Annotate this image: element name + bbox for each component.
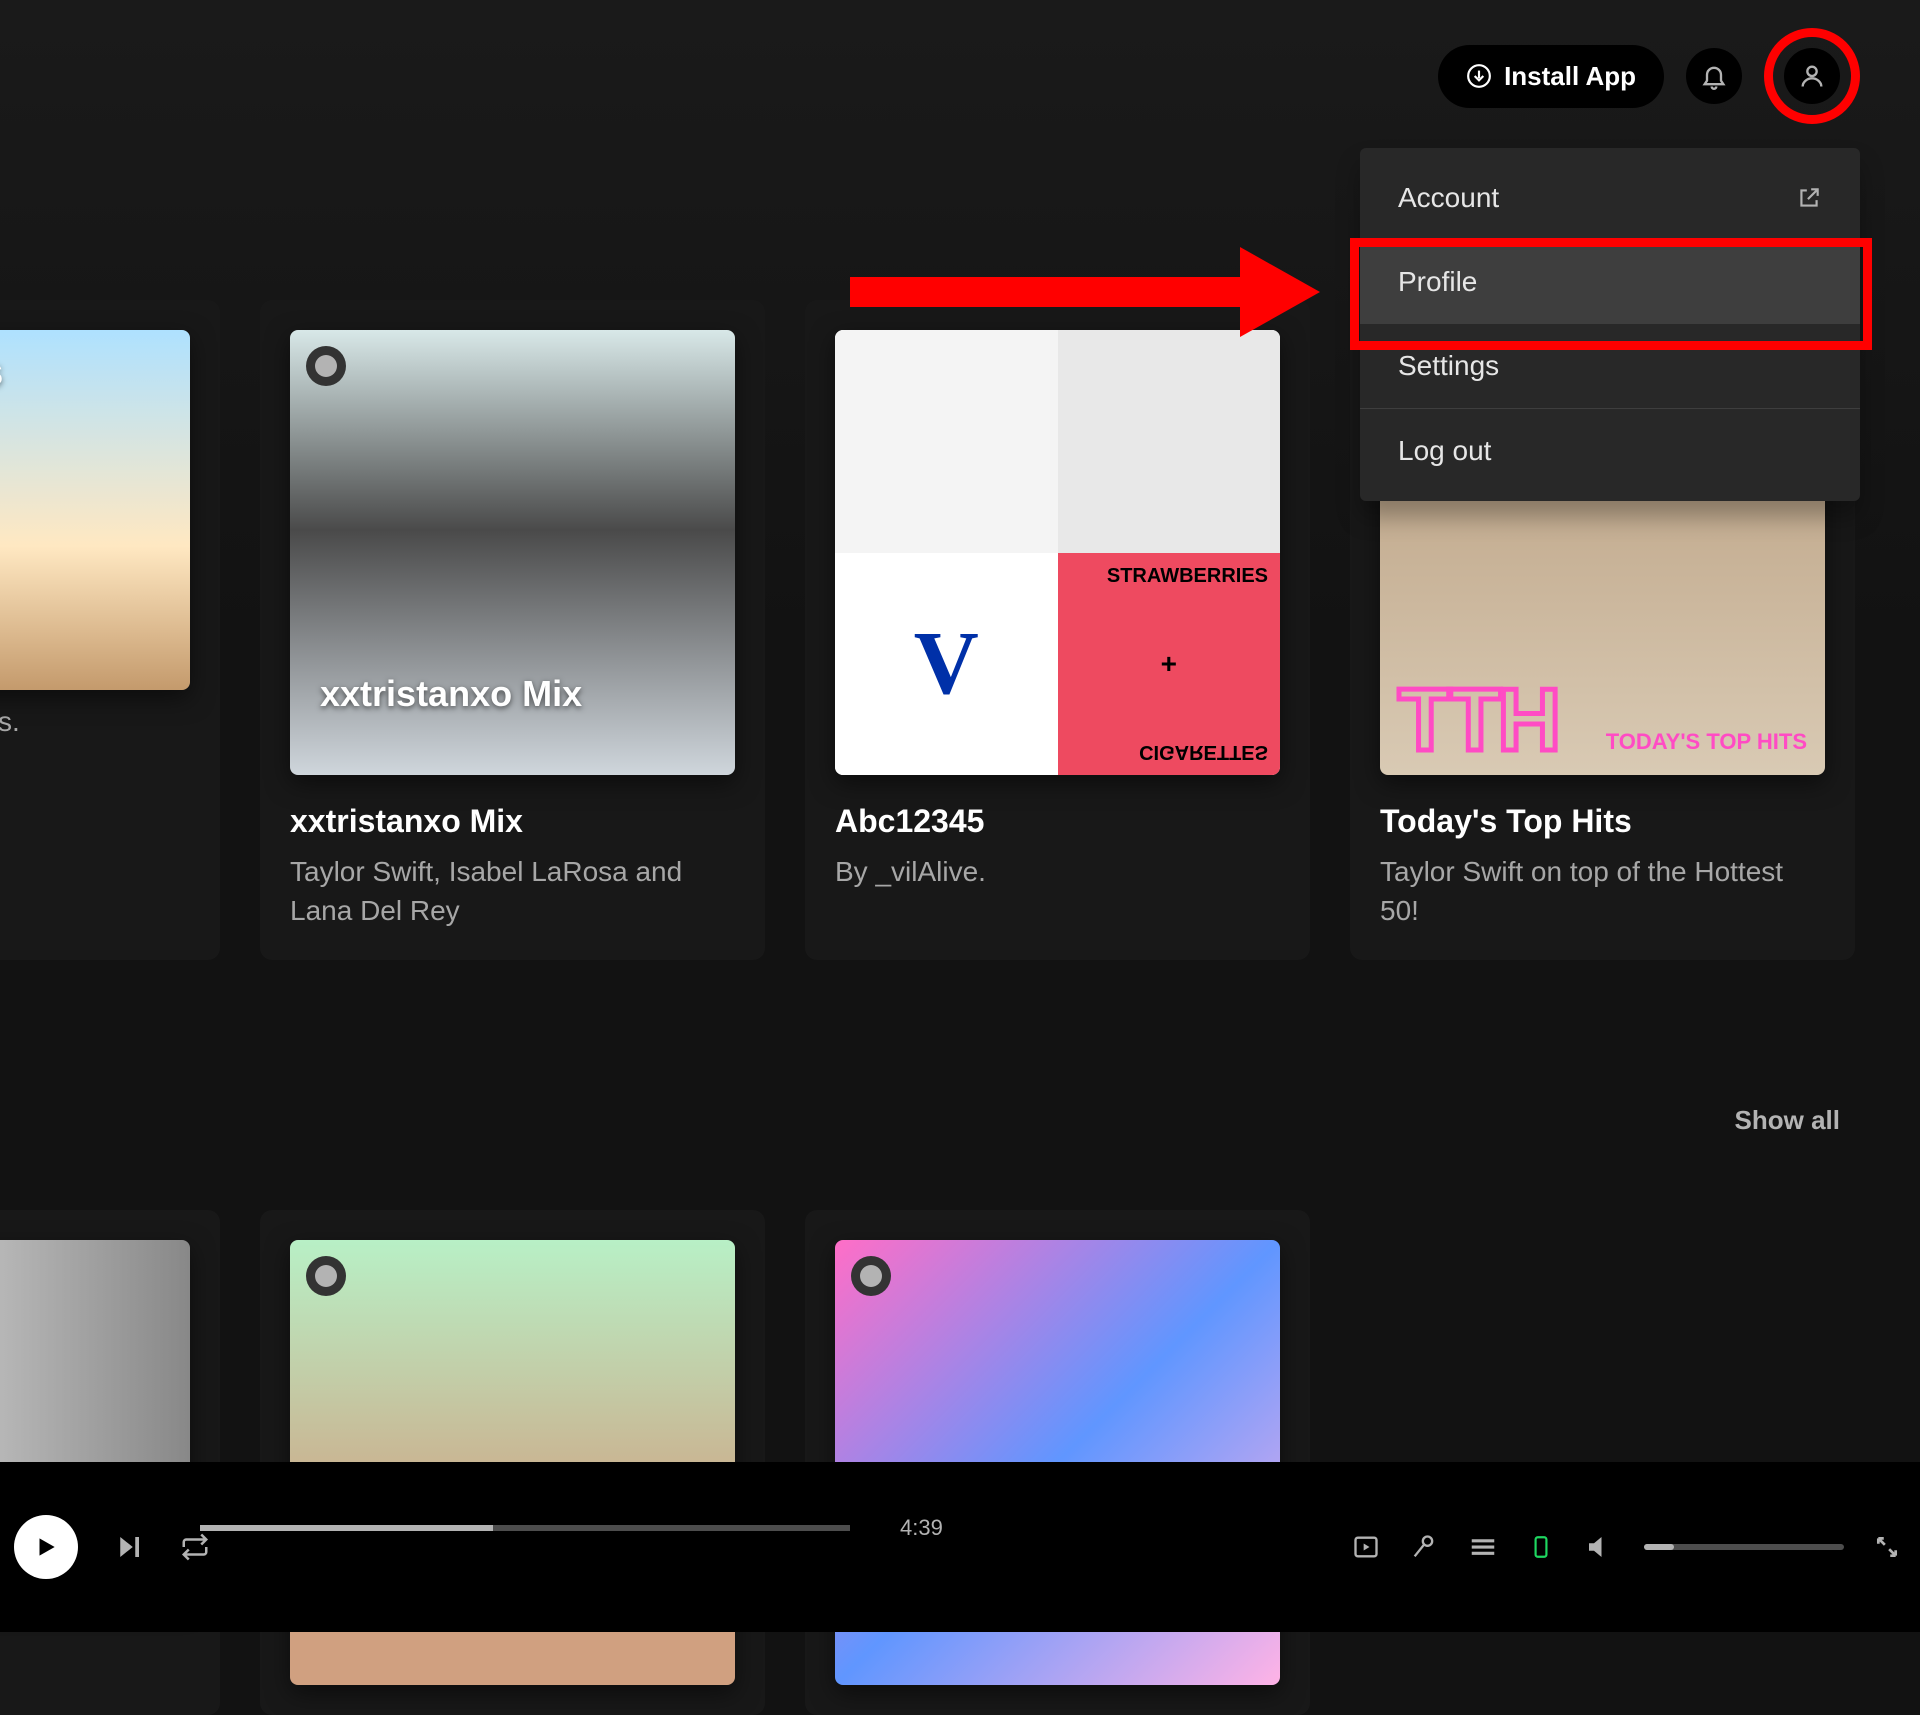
play-icon <box>33 1534 59 1560</box>
menu-item-label: Log out <box>1398 435 1491 467</box>
queue-icon <box>1468 1532 1498 1562</box>
bell-icon <box>1700 62 1728 90</box>
thumb-overlay-text: xxtristanxo Mix <box>320 673 582 715</box>
thumb-overlay-text: Chill Hits <box>0 350 3 395</box>
person-icon <box>1798 62 1826 90</box>
lyrics-button[interactable] <box>1410 1533 1438 1561</box>
notifications-button[interactable] <box>1686 48 1742 104</box>
queue-button[interactable] <box>1468 1532 1498 1562</box>
playlist-title: Abc12345 <box>835 803 1280 840</box>
spotify-badge-icon <box>851 1256 891 1296</box>
install-app-label: Install App <box>1504 61 1636 92</box>
menu-item-settings[interactable]: Settings <box>1360 324 1860 408</box>
repeat-button[interactable] <box>180 1532 210 1562</box>
menu-item-label: Profile <box>1398 266 1477 298</box>
download-circle-icon <box>1466 63 1492 89</box>
menu-item-account[interactable]: Account <box>1360 156 1860 240</box>
spotify-badge-icon <box>306 346 346 386</box>
menu-item-profile[interactable]: Profile <box>1360 240 1860 324</box>
playlist-card[interactable]: Chill Hits …est new …ts. <box>0 300 220 960</box>
microphone-icon <box>1410 1533 1438 1561</box>
playlist-thumbnail: Chill Hits <box>0 330 190 690</box>
profile-button[interactable] <box>1784 48 1840 104</box>
elapsed-time: 4:39 <box>900 1515 943 1541</box>
playlist-subtitle: By _vilAlive. <box>835 852 1280 891</box>
menu-item-label: Account <box>1398 182 1499 214</box>
playlist-thumbnail: xxtristanxo Mix <box>290 330 735 775</box>
thumb-tagline: TODAY'S TOP HITS <box>1606 730 1807 753</box>
play-button[interactable] <box>14 1515 78 1579</box>
menu-item-logout[interactable]: Log out <box>1360 409 1860 493</box>
playlist-title: xxtristanxo Mix <box>290 803 735 840</box>
playlist-subtitle: …est new …ts. <box>0 702 190 741</box>
playlist-card[interactable]: xxtristanxo Mix xxtristanxo Mix Taylor S… <box>260 300 765 960</box>
video-icon <box>1352 1533 1380 1561</box>
playlist-thumbnail: V STRAWBERRIES + CIGARETTES <box>835 330 1280 775</box>
fullscreen-icon <box>1874 1534 1900 1560</box>
external-link-icon <box>1796 185 1822 211</box>
next-track-button[interactable] <box>114 1532 144 1562</box>
playlist-card[interactable]: V STRAWBERRIES + CIGARETTES Abc12345 By … <box>805 300 1310 960</box>
progress-bar[interactable] <box>200 1525 850 1531</box>
volume-slider[interactable] <box>1644 1544 1844 1550</box>
mute-button[interactable] <box>1584 1532 1614 1562</box>
player-bar: 4:39 <box>0 1462 1920 1632</box>
menu-item-label: Settings <box>1398 350 1499 382</box>
show-all-link[interactable]: Show all <box>1735 1105 1840 1136</box>
next-icon <box>114 1532 144 1562</box>
playlist-subtitle: Taylor Swift on top of the Hottest 50! <box>1380 852 1825 930</box>
volume-icon <box>1584 1532 1614 1562</box>
playlist-title: Today's Top Hits <box>1380 803 1825 840</box>
repeat-icon <box>180 1532 210 1562</box>
install-app-button[interactable]: Install App <box>1438 45 1664 108</box>
playlist-subtitle: Taylor Swift, Isabel LaRosa and Lana Del… <box>290 852 735 930</box>
fullscreen-button[interactable] <box>1874 1534 1900 1560</box>
profile-dropdown: Account Profile Settings Log out <box>1360 148 1860 501</box>
now-playing-view-button[interactable] <box>1352 1533 1380 1561</box>
spotify-badge-icon <box>306 1256 346 1296</box>
device-icon <box>1528 1534 1554 1560</box>
connect-device-button[interactable] <box>1528 1534 1554 1560</box>
